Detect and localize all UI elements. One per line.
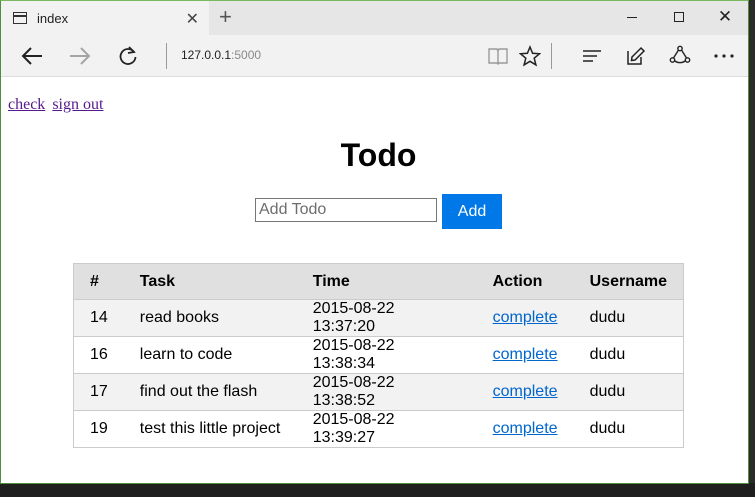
minimize-icon[interactable]: [609, 1, 655, 33]
favorite-star-icon[interactable]: [515, 42, 545, 70]
table-header-row: # Task Time Action Username: [73, 263, 684, 300]
row-username: dudu: [573, 373, 684, 411]
desktop-background-bottom: [0, 483, 755, 497]
complete-link[interactable]: complete: [493, 383, 558, 400]
close-window-icon[interactable]: ✕: [702, 1, 748, 33]
page-icon: [13, 12, 27, 24]
header-time: Time: [296, 263, 477, 300]
nav-separator-2: [551, 43, 552, 69]
row-username: dudu: [573, 410, 684, 448]
table-row: 19 test this little project 2015-08-22 1…: [73, 410, 684, 448]
row-action: complete: [476, 336, 574, 374]
forward-arrow-icon[interactable]: [65, 42, 95, 70]
more-icon[interactable]: [709, 42, 739, 70]
sign-out-link[interactable]: sign out: [52, 96, 103, 113]
nav-separator: [166, 43, 167, 69]
complete-link[interactable]: complete: [493, 346, 558, 363]
top-links: check sign out: [8, 96, 106, 114]
new-tab-icon[interactable]: +: [219, 6, 232, 28]
row-task: read books: [123, 299, 297, 337]
row-id: 14: [73, 299, 124, 337]
row-task: test this little project: [123, 410, 297, 448]
row-username: dudu: [573, 299, 684, 337]
table-row: 16 learn to code 2015-08-22 13:38:34 com…: [73, 336, 684, 374]
navigation-bar: 127.0.0.1:5000: [1, 35, 748, 77]
table-row: 14 read books 2015-08-22 13:37:20 comple…: [73, 299, 684, 337]
web-note-icon[interactable]: [621, 42, 651, 70]
row-id: 17: [73, 373, 124, 411]
add-button[interactable]: Add: [442, 194, 502, 229]
maximize-icon[interactable]: [656, 1, 702, 33]
table-row: 17 find out the flash 2015-08-22 13:38:5…: [73, 373, 684, 411]
row-id: 19: [73, 410, 124, 448]
page-title: Todo: [340, 137, 417, 173]
row-username: dudu: [573, 336, 684, 374]
hub-icon[interactable]: [577, 42, 607, 70]
row-time: 2015-08-22 13:38:34: [296, 336, 477, 374]
back-arrow-icon[interactable]: [17, 42, 47, 70]
refresh-icon[interactable]: [113, 42, 143, 70]
check-link[interactable]: check: [8, 96, 45, 113]
tab-title: index: [37, 10, 69, 26]
header-task: Task: [123, 263, 297, 300]
close-tab-icon[interactable]: ✕: [186, 9, 199, 29]
header-id: #: [73, 263, 124, 300]
complete-link[interactable]: complete: [493, 309, 558, 326]
row-id: 16: [73, 336, 124, 374]
add-todo-input[interactable]: [255, 198, 437, 222]
todo-table: # Task Time Action Username 14 read book…: [73, 263, 684, 448]
row-time: 2015-08-22 13:38:52: [296, 373, 477, 411]
browser-window: index ✕ + ✕ 127.0.0.1:5000 check sign ou…: [0, 0, 749, 484]
row-task: learn to code: [123, 336, 297, 374]
page-content: check sign out Todo Add # Task Time Acti…: [1, 78, 748, 483]
address-bar[interactable]: 127.0.0.1:5000: [181, 48, 261, 62]
header-username: Username: [573, 263, 684, 300]
row-action: complete: [476, 410, 574, 448]
complete-link[interactable]: complete: [493, 420, 558, 437]
row-action: complete: [476, 299, 574, 337]
browser-tab[interactable]: index ✕: [1, 1, 209, 35]
title-bar: index ✕ + ✕: [1, 1, 748, 35]
header-action: Action: [476, 263, 574, 300]
row-time: 2015-08-22 13:39:27: [296, 410, 477, 448]
address-port: :5000: [231, 48, 262, 62]
reading-view-icon[interactable]: [483, 42, 513, 70]
address-host: 127.0.0.1: [181, 48, 232, 62]
row-time: 2015-08-22 13:37:20: [296, 299, 477, 337]
row-action: complete: [476, 373, 574, 411]
row-task: find out the flash: [123, 373, 297, 411]
share-icon[interactable]: [665, 42, 695, 70]
